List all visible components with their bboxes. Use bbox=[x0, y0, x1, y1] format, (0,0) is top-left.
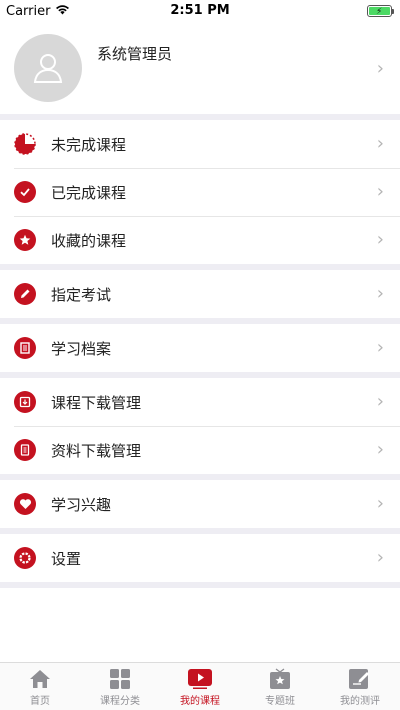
menu-item-label: 资料下载管理 bbox=[51, 441, 142, 460]
file-icon bbox=[14, 439, 36, 461]
checkmark-icon bbox=[14, 181, 36, 203]
menu-item-pencil[interactable]: 指定考试 › bbox=[0, 270, 400, 318]
tab-play[interactable]: 我的课程 bbox=[160, 663, 240, 710]
profile-name: 系统管理员 bbox=[97, 44, 173, 63]
menu-item-label: 已完成课程 bbox=[51, 183, 127, 202]
menu-item-gear[interactable]: 设置 › bbox=[0, 534, 400, 582]
gear-icon bbox=[14, 547, 36, 569]
play-icon bbox=[188, 668, 212, 690]
chevron-right-icon: › bbox=[376, 181, 384, 202]
menu-item-label: 设置 bbox=[51, 549, 82, 568]
wifi-icon bbox=[55, 4, 70, 19]
star-icon bbox=[14, 229, 36, 251]
chevron-right-icon: › bbox=[376, 337, 384, 358]
profile-header[interactable]: 系统管理员 › bbox=[0, 22, 400, 114]
pencil-icon bbox=[14, 283, 36, 305]
menu-item-label: 收藏的课程 bbox=[51, 231, 127, 250]
battery-icon: ⚡ bbox=[367, 5, 394, 17]
chevron-right-icon: › bbox=[376, 391, 384, 412]
menu-item-checkmark[interactable]: 已完成课程 › bbox=[0, 168, 400, 216]
tab-edit[interactable]: 我的测评 bbox=[320, 663, 400, 710]
tab-star-board[interactable]: 专题班 bbox=[240, 663, 320, 710]
battery-fill: ⚡ bbox=[369, 7, 390, 17]
status-bar: Carrier 2:51 PM ⚡ bbox=[0, 0, 400, 22]
pie-progress-icon bbox=[14, 133, 36, 155]
menu-item-document[interactable]: 学习档案 › bbox=[0, 324, 400, 372]
menu-item-pie-progress[interactable]: 未完成课程 › bbox=[0, 120, 400, 168]
section-divider bbox=[0, 582, 400, 588]
chevron-right-icon: › bbox=[376, 493, 384, 514]
home-icon bbox=[29, 668, 51, 690]
tab-label: 我的课程 bbox=[180, 696, 220, 707]
menu-list: 未完成课程 › 已完成课程 › 收藏的课程 › 指定考试 › 学习档案 › 课程下载管理 › 资料下载管… bbox=[0, 114, 400, 588]
menu-item-download[interactable]: 课程下载管理 › bbox=[0, 378, 400, 426]
menu-item-label: 指定考试 bbox=[51, 285, 112, 304]
edit-icon bbox=[349, 668, 371, 690]
chevron-right-icon: › bbox=[376, 547, 384, 568]
tab-label: 课程分类 bbox=[100, 696, 140, 707]
chevron-right-icon: › bbox=[376, 439, 384, 460]
user-icon bbox=[33, 54, 63, 83]
menu-item-label: 未完成课程 bbox=[51, 135, 127, 154]
status-left: Carrier bbox=[6, 4, 70, 19]
chevron-right-icon: › bbox=[376, 57, 384, 79]
tab-home[interactable]: 首页 bbox=[0, 663, 80, 710]
chevron-right-icon: › bbox=[376, 133, 384, 154]
tab-label: 首页 bbox=[30, 696, 50, 707]
carrier-label: Carrier bbox=[6, 3, 51, 19]
star-board-icon bbox=[269, 668, 291, 690]
tab-label: 专题班 bbox=[265, 696, 295, 707]
menu-item-label: 课程下载管理 bbox=[51, 393, 142, 412]
tab-label: 我的测评 bbox=[340, 696, 380, 707]
heart-icon bbox=[14, 493, 36, 515]
menu-item-file[interactable]: 资料下载管理 › bbox=[0, 426, 400, 474]
grid-icon bbox=[110, 668, 130, 690]
document-icon bbox=[14, 337, 36, 359]
menu-item-star[interactable]: 收藏的课程 › bbox=[0, 216, 400, 264]
menu-item-label: 学习档案 bbox=[51, 339, 112, 358]
chevron-right-icon: › bbox=[376, 229, 384, 250]
avatar bbox=[14, 34, 82, 102]
tab-grid[interactable]: 课程分类 bbox=[80, 663, 160, 710]
chevron-right-icon: › bbox=[376, 283, 384, 304]
menu-item-heart[interactable]: 学习兴趣 › bbox=[0, 480, 400, 528]
download-icon bbox=[14, 391, 36, 413]
tab-bar: 首页 课程分类 我的课程 专题班 我的测评 bbox=[0, 662, 400, 710]
menu-item-label: 学习兴趣 bbox=[51, 495, 112, 514]
